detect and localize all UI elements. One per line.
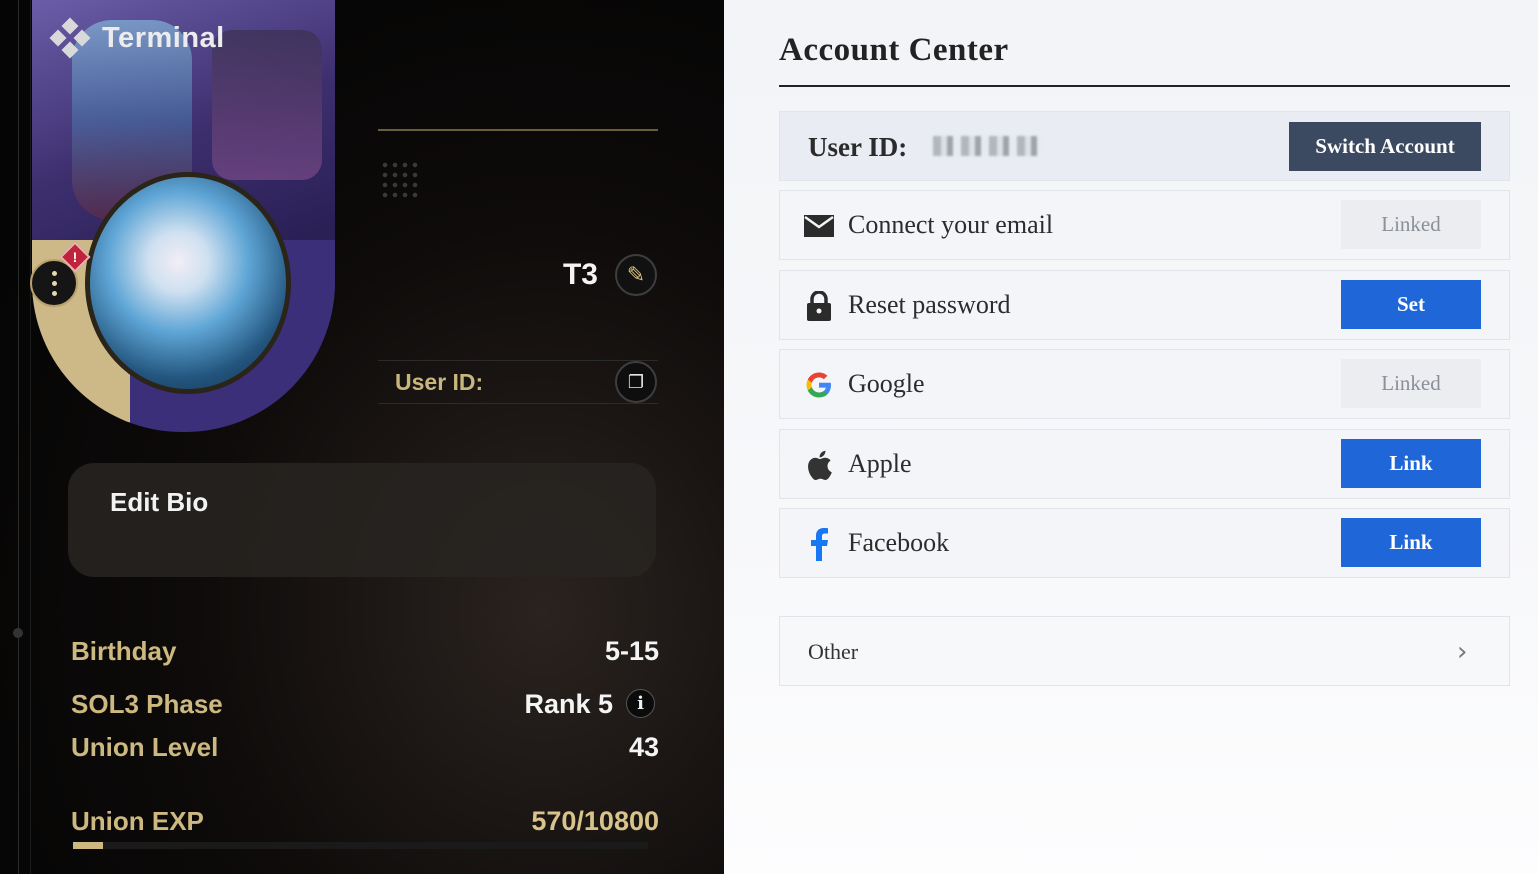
facebook-row: Facebook Link: [779, 508, 1510, 578]
stat-label: Birthday: [71, 636, 177, 666]
page-title: Account Center: [779, 32, 1009, 68]
row-label: Google: [848, 369, 925, 398]
stat-row-sol3-phase: SOL3 Phase Rank 5: [71, 689, 659, 725]
game-profile-panel: Terminal ! T3 ✎ User ID: ❐ Edit Bio Birt…: [0, 0, 724, 874]
user-id-label: User ID:: [808, 132, 908, 162]
stat-value: Rank 5: [524, 689, 613, 719]
avatar[interactable]: [85, 172, 291, 394]
edit-pencil-icon[interactable]: ✎: [615, 254, 657, 296]
lock-icon: [804, 291, 834, 321]
row-label: Connect your email: [848, 210, 1054, 239]
terminal-header: Terminal: [49, 17, 225, 59]
email-linked-button: Linked: [1341, 200, 1481, 249]
google-icon: [804, 370, 834, 400]
bio-field[interactable]: Edit Bio: [68, 463, 656, 577]
copy-icon[interactable]: ❐: [615, 361, 657, 403]
other-label: Other: [808, 639, 859, 664]
stat-label: Union Level: [71, 732, 219, 762]
row-label: Facebook: [848, 528, 950, 557]
stat-row-union-level: Union Level 43: [71, 732, 659, 768]
decor-line: [18, 0, 19, 874]
exp-progress-bar: [73, 842, 648, 849]
decor-line: [30, 0, 31, 874]
info-icon[interactable]: i: [626, 689, 655, 718]
stat-label: SOL3 Phase: [71, 689, 223, 719]
set-password-button[interactable]: Set: [1341, 280, 1481, 329]
card-art: [212, 30, 322, 180]
chevron-right-icon: ›: [1457, 637, 1468, 667]
decor-dot: [13, 628, 23, 638]
facebook-icon: [804, 528, 834, 561]
google-linked-button: Linked: [1341, 359, 1481, 408]
apple-row: Apple Link: [779, 429, 1510, 499]
stat-label: Union EXP: [71, 806, 204, 836]
stat-value: 570/10800: [531, 806, 659, 836]
bio-placeholder: Edit Bio: [110, 487, 209, 517]
account-center-panel: Account Center User ID: Switch Account C…: [724, 0, 1538, 874]
other-row[interactable]: Other ›: [779, 616, 1510, 686]
link-facebook-button[interactable]: Link: [1341, 518, 1481, 567]
row-label: Apple: [848, 449, 912, 478]
google-row: Google Linked: [779, 349, 1510, 419]
diamond-menu-icon: [49, 17, 91, 59]
stat-row-birthday: Birthday 5-15: [71, 636, 659, 672]
user-id-label: User ID:: [395, 369, 484, 395]
row-label: Reset password: [848, 290, 1011, 319]
password-row: Reset password Set: [779, 270, 1510, 340]
stat-row-union-exp: Union EXP 570/10800: [71, 806, 659, 842]
title-divider: [779, 85, 1510, 87]
envelope-icon: [804, 211, 834, 241]
decor-dot-grid: [380, 160, 420, 200]
user-id-row: User ID: Switch Account: [779, 111, 1510, 181]
email-row: Connect your email Linked: [779, 190, 1510, 260]
avatar-image: [90, 177, 286, 389]
stat-value: 43: [628, 732, 659, 762]
apple-icon: [804, 450, 834, 480]
switch-account-button[interactable]: Switch Account: [1289, 122, 1481, 171]
terminal-title: Terminal: [102, 21, 225, 54]
exp-progress-fill: [73, 842, 104, 849]
user-id-value-redacted: [933, 136, 1041, 156]
nickname: T3: [562, 258, 598, 291]
decor-gold-line: [378, 129, 658, 131]
stat-value: 5-15: [604, 636, 659, 666]
link-apple-button[interactable]: Link: [1341, 439, 1481, 488]
